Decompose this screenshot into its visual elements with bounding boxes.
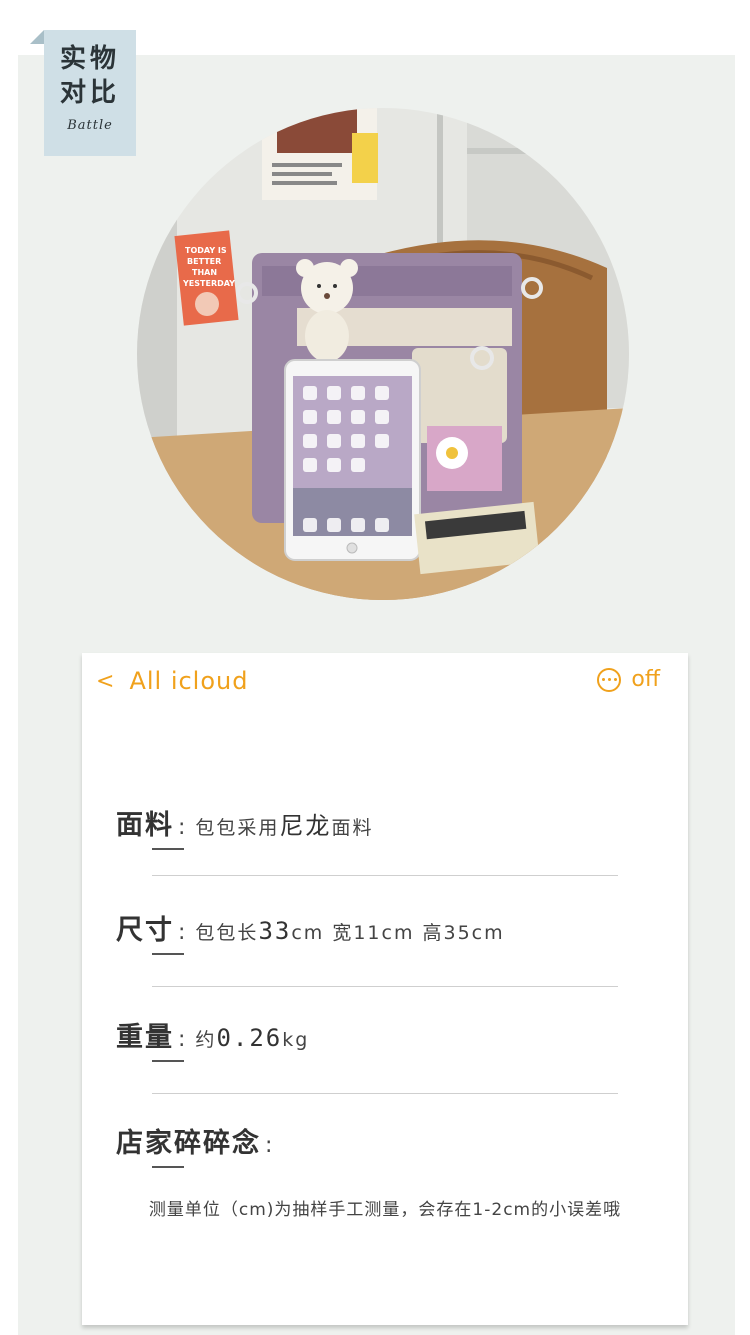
more-label: off: [631, 667, 660, 692]
tag-line-1: 实物: [59, 44, 120, 74]
size-row: 尺寸 : 包包长33cm 宽11cm 高35cm: [116, 908, 505, 955]
note-label: 店家碎碎念: [116, 1121, 261, 1168]
tag-fold: [30, 30, 44, 44]
sign-line-1: TODAY IS: [185, 246, 227, 255]
material-colon: :: [178, 815, 186, 840]
material-value: 包包采用尼龙面料: [195, 806, 373, 841]
more-button[interactable]: off: [597, 667, 660, 692]
tag-subtitle: Battle: [67, 118, 113, 133]
measurement-note: 测量单位（cm)为抽样手工测量，会存在1-2cm的小误差哦: [148, 1200, 622, 1220]
product-photo-illustration: TODAY IS BETTER THAN YESTERDAY: [137, 108, 629, 600]
sign-line-3: THAN: [192, 268, 217, 277]
sign-line-4: YESTERDAY: [182, 279, 235, 288]
divider: [152, 1093, 618, 1094]
divider: [152, 986, 618, 987]
size-colon: :: [178, 920, 186, 945]
weight-suffix: kg: [282, 1029, 310, 1051]
weight-em: 0.26: [216, 1024, 283, 1052]
note-colon: :: [265, 1133, 273, 1158]
chevron-left-icon: <: [96, 668, 116, 694]
more-dots-icon: [597, 667, 622, 692]
back-label: All icloud: [129, 667, 249, 695]
material-prefix: 包包采用: [195, 817, 280, 839]
weight-value: 约0.26kg: [195, 1024, 309, 1052]
back-link[interactable]: < All icloud: [96, 667, 248, 695]
weight-colon: :: [178, 1027, 186, 1052]
weight-prefix: 约: [195, 1029, 217, 1051]
size-label: 尺寸: [116, 908, 184, 955]
size-suffix: cm 宽11cm 高35cm: [291, 922, 505, 944]
size-em: 33: [258, 917, 292, 945]
product-photo: TODAY IS BETTER THAN YESTERDAY: [137, 108, 629, 600]
size-value: 包包长33cm 宽11cm 高35cm: [195, 917, 504, 945]
tag-line-2: 对比: [59, 78, 120, 108]
info-card: < All icloud off 面料 : 包包采用尼龙面料 尺寸 : 包包长3…: [82, 653, 688, 1325]
note-row: 店家碎碎念 :: [116, 1121, 282, 1168]
weight-label: 重量: [116, 1015, 184, 1062]
section-tag: 实物 对比 Battle: [30, 30, 136, 156]
size-prefix: 包包长: [195, 922, 259, 944]
weight-row: 重量 : 约0.26kg: [116, 1015, 309, 1062]
divider: [152, 875, 618, 876]
material-em: 尼龙: [279, 812, 332, 840]
material-row: 面料 : 包包采用尼龙面料: [116, 803, 373, 850]
material-label: 面料: [116, 803, 184, 850]
sign-line-2: BETTER: [187, 257, 221, 266]
material-suffix: 面料: [331, 817, 374, 839]
